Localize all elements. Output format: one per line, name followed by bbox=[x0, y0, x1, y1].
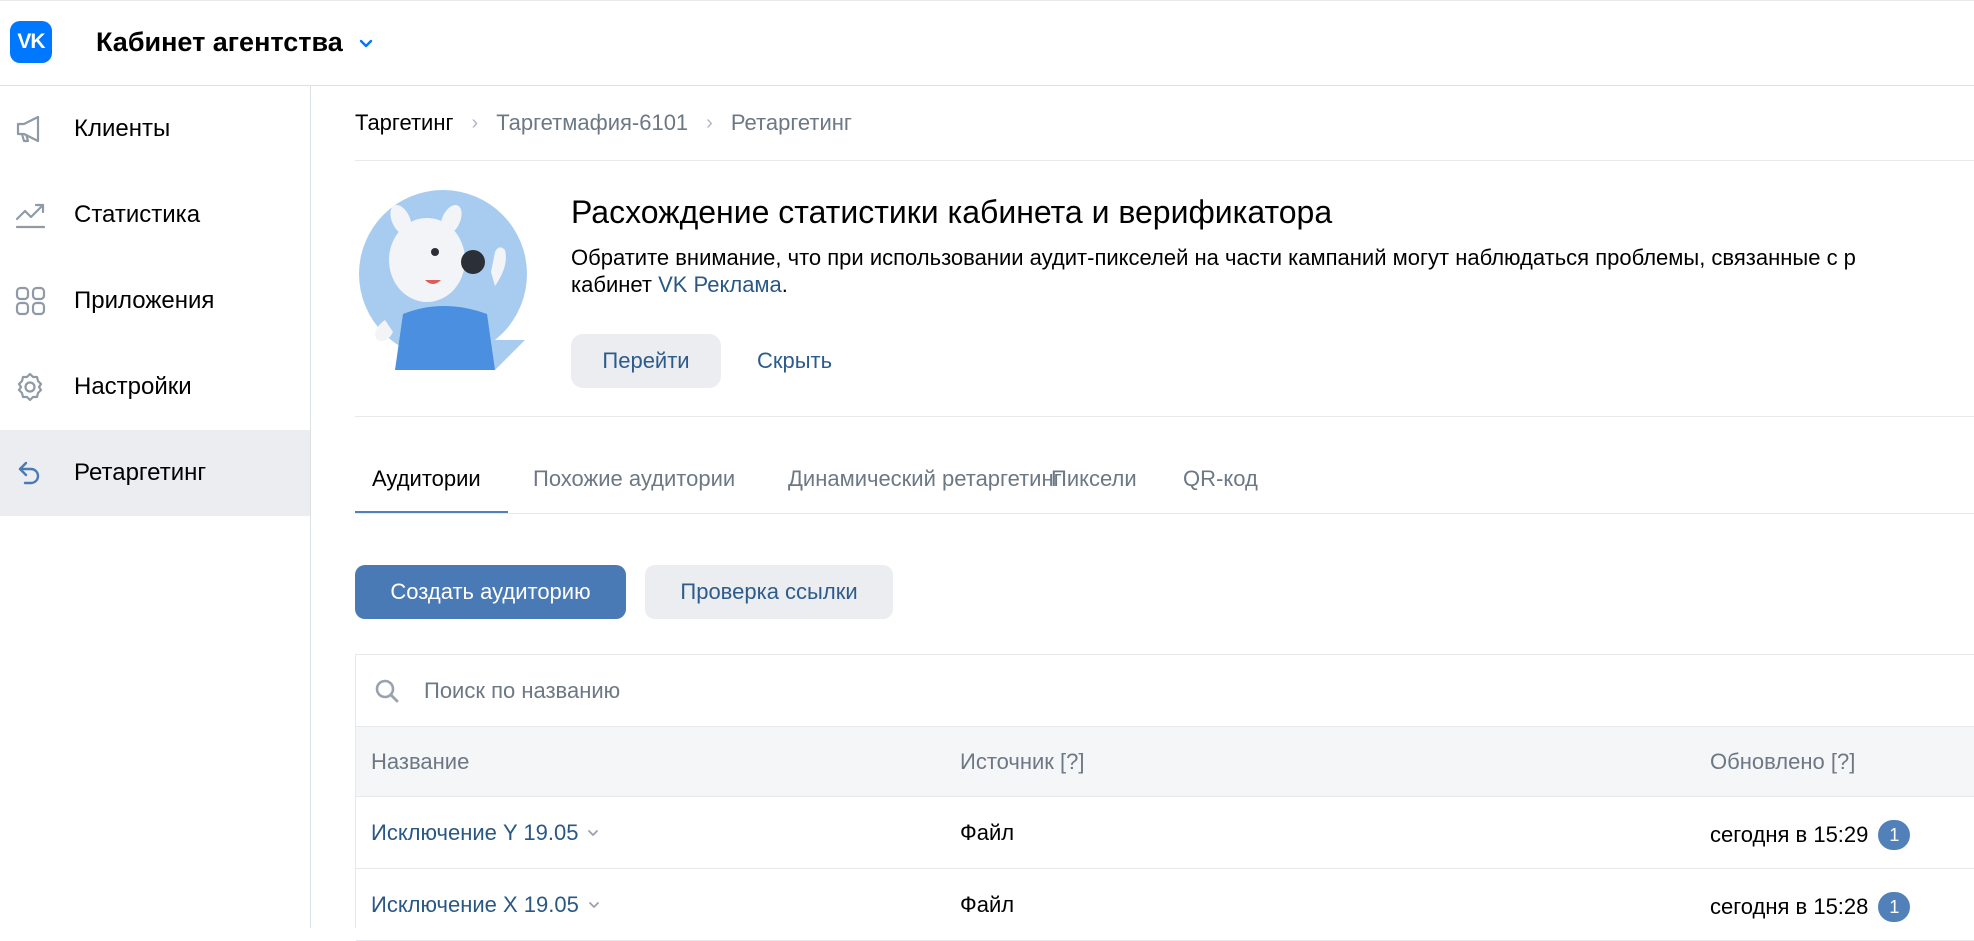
sidebar-item-label: Клиенты bbox=[74, 115, 171, 142]
audience-name: Исключение X 19.05 bbox=[371, 892, 579, 917]
megaphone-icon bbox=[16, 115, 40, 143]
chevron-right-icon: › bbox=[471, 111, 479, 134]
chevron-down-icon bbox=[359, 39, 372, 47]
audiences-table: Название Источник [?] Обновлено [?] Искл… bbox=[355, 654, 1974, 941]
sidebar-item-settings[interactable]: Настройки bbox=[0, 344, 310, 430]
audience-name-link[interactable]: Исключение Y 19.05 bbox=[371, 820, 600, 846]
audience-source: Файл bbox=[960, 892, 1015, 917]
tab-pixels[interactable]: Пиксели bbox=[1051, 466, 1137, 492]
table-header: Название Источник [?] Обновлено [?] bbox=[356, 726, 1974, 797]
banner-text-suffix: . bbox=[781, 272, 788, 297]
search-icon bbox=[375, 679, 399, 703]
audience-updated: сегодня в 15:28 1 bbox=[1710, 892, 1911, 922]
divider bbox=[355, 513, 1974, 514]
divider bbox=[355, 160, 1974, 161]
sidebar-item-label: Приложения bbox=[74, 287, 215, 314]
count-badge[interactable]: 1 bbox=[1878, 820, 1911, 850]
column-header-updated[interactable]: Обновлено [?] bbox=[1710, 749, 1855, 775]
chevron-down-icon bbox=[588, 830, 599, 836]
breadcrumb-item: Ретаргетинг bbox=[730, 110, 852, 135]
app-title: Кабинет агентства bbox=[96, 27, 343, 57]
updated-time: сегодня в 15:29 bbox=[1710, 822, 1869, 847]
mascot-illustration bbox=[359, 190, 527, 370]
breadcrumb-item[interactable]: Таргетмафия-6101 bbox=[496, 110, 688, 136]
vk-logo[interactable]: VK bbox=[10, 21, 52, 63]
main-content: Таргетинг › Таргетмафия-6101 › Ретаргети… bbox=[311, 86, 1974, 941]
divider bbox=[355, 416, 1974, 417]
table-row[interactable]: Исключение X 19.05 Файл сегодня в 15:28 … bbox=[356, 869, 1974, 941]
sidebar-item-label: Статистика bbox=[74, 201, 201, 228]
apps-grid-icon bbox=[15, 286, 46, 316]
updated-time: сегодня в 15:28 bbox=[1710, 894, 1869, 919]
tab-lookalike[interactable]: Похожие аудитории bbox=[533, 466, 735, 492]
sidebar-item-label: Ретаргетинг bbox=[74, 459, 207, 486]
column-header-source[interactable]: Источник [?] bbox=[960, 749, 1085, 775]
audience-name: Исключение Y 19.05 bbox=[371, 820, 579, 845]
table-row[interactable]: Исключение Y 19.05 Файл сегодня в 15:29 … bbox=[356, 797, 1974, 869]
retarget-arrow-icon bbox=[18, 461, 40, 485]
banner-text-prefix: кабинет bbox=[571, 272, 659, 297]
sidebar: Клиенты Статистика Приложения Настройки … bbox=[0, 86, 311, 928]
sidebar-item-statistics[interactable]: Статистика bbox=[0, 172, 310, 258]
cabinet-switcher[interactable]: Кабинет агентства bbox=[96, 27, 375, 58]
hide-button[interactable]: Скрыть bbox=[757, 334, 832, 388]
chart-trend-icon bbox=[15, 203, 46, 229]
sidebar-item-retargeting[interactable]: Ретаргетинг bbox=[0, 430, 310, 516]
column-header-name[interactable]: Название bbox=[371, 749, 469, 775]
tab-dynamic-retargeting[interactable]: Динамический ретаргетинг bbox=[788, 466, 1062, 492]
go-button[interactable]: Перейти bbox=[571, 334, 721, 388]
sidebar-item-apps[interactable]: Приложения bbox=[0, 258, 310, 344]
count-badge[interactable]: 1 bbox=[1878, 892, 1911, 922]
banner-text-line: Обратите внимание, что при использовании… bbox=[571, 245, 1856, 270]
check-link-button[interactable]: Проверка ссылки bbox=[645, 565, 893, 619]
audience-updated: сегодня в 15:29 1 bbox=[1710, 820, 1911, 850]
tab-audiences[interactable]: Аудитории bbox=[372, 466, 481, 492]
tabs: Аудитории Похожие аудитории Динамический… bbox=[355, 452, 1974, 514]
breadcrumb: Таргетинг › Таргетмафия-6101 › Ретаргети… bbox=[355, 110, 852, 136]
search-input[interactable] bbox=[422, 673, 1826, 709]
audience-name-link[interactable]: Исключение X 19.05 bbox=[371, 892, 601, 918]
banner-text-line: кабинет VK Реклама. bbox=[571, 271, 1974, 298]
create-audience-button[interactable]: Создать аудиторию bbox=[355, 565, 626, 619]
search-bar bbox=[356, 655, 1974, 726]
top-bar: VK Кабинет агентства bbox=[0, 0, 1974, 86]
breadcrumb-item[interactable]: Таргетинг bbox=[355, 110, 454, 136]
gear-icon bbox=[17, 372, 43, 402]
sidebar-item-label: Настройки bbox=[74, 373, 192, 400]
sidebar-item-clients[interactable]: Клиенты bbox=[0, 86, 310, 172]
audience-source: Файл bbox=[960, 820, 1015, 845]
chevron-down-icon bbox=[588, 902, 599, 908]
banner-title: Расхождение статистики кабинета и верифи… bbox=[571, 194, 1333, 230]
banner-text: Обратите внимание, что при использовании… bbox=[571, 244, 1974, 298]
chevron-right-icon: › bbox=[706, 111, 713, 134]
tab-qr-code[interactable]: QR-код bbox=[1183, 466, 1258, 492]
vk-ads-link[interactable]: VK Реклама bbox=[658, 272, 782, 297]
